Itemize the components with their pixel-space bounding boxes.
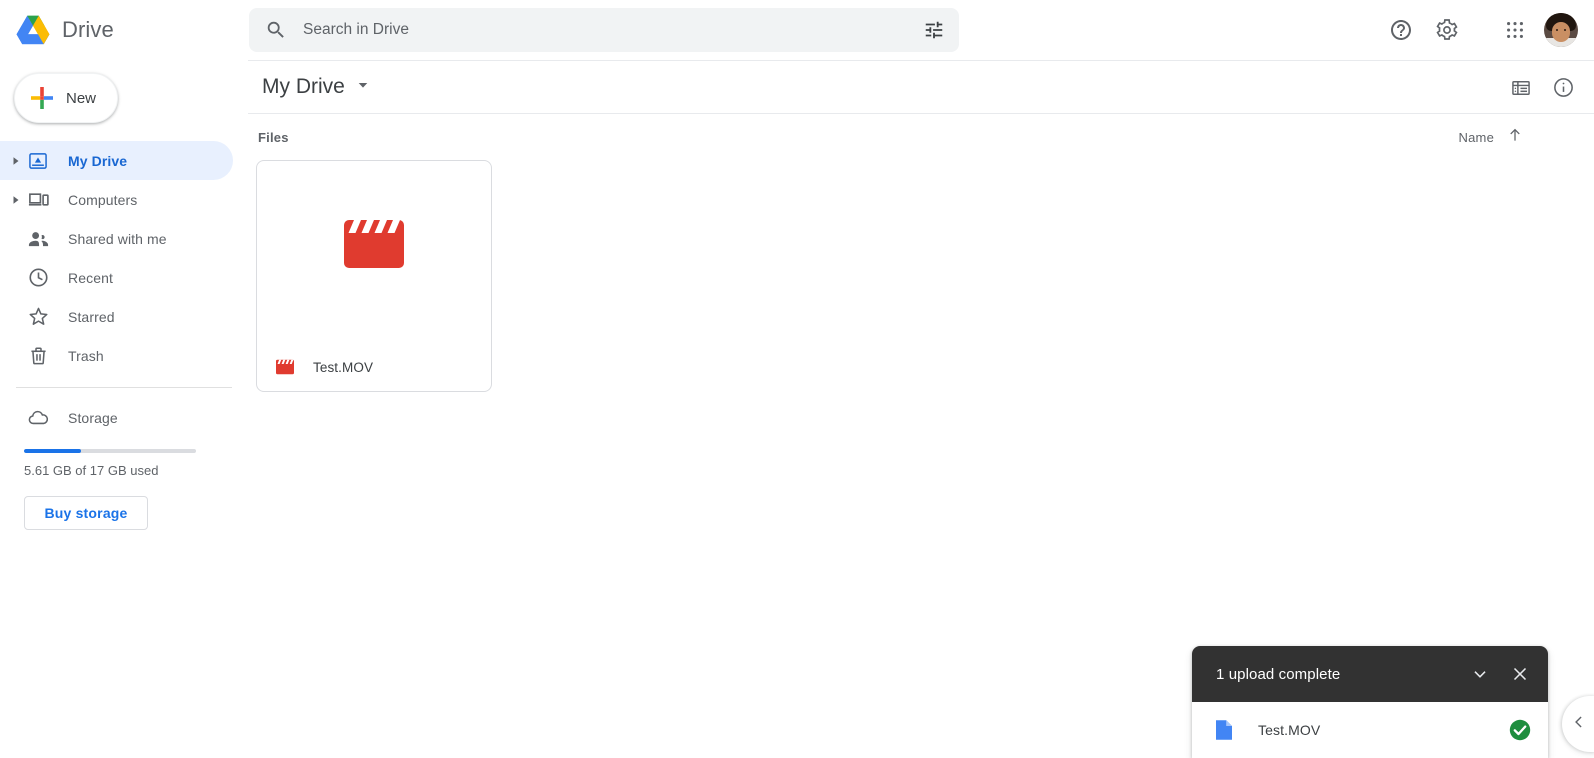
cloud-icon: [26, 406, 50, 430]
storage-label: Storage: [68, 409, 118, 426]
plus-icon: [29, 85, 55, 111]
storage-progress-fill: [24, 449, 81, 453]
search-icon: [265, 19, 287, 41]
brand-logo-area[interactable]: Drive: [0, 0, 248, 60]
upload-item-row[interactable]: Test.MOV: [1192, 702, 1548, 758]
sort-label: Name: [1458, 129, 1494, 145]
upload-panel-title: 1 upload complete: [1216, 665, 1341, 683]
search-input[interactable]: [303, 21, 923, 39]
sidebar-item-label: Computers: [68, 191, 138, 208]
arrow-up-icon: [1506, 126, 1524, 149]
chevron-down-icon[interactable]: [357, 78, 369, 96]
breadcrumb-bar: My Drive: [248, 61, 1594, 114]
sidebar-item-label: Starred: [68, 308, 115, 325]
list-view-icon[interactable]: [1500, 67, 1542, 109]
shared-with-me-icon: [26, 227, 50, 251]
file-thumbnail: [257, 161, 491, 343]
tune-icon[interactable]: [923, 19, 945, 41]
avatar[interactable]: [1544, 13, 1578, 47]
drive-app: Drive Search in Drive New My Drive Compu…: [0, 0, 1594, 758]
top-bar-actions: [1378, 0, 1584, 60]
upload-item-name: Test.MOV: [1258, 722, 1321, 738]
storage-section: Storage 5.61 GB of 17 GB used Buy storag…: [0, 398, 248, 530]
upload-status-panel: 1 upload complete Test.MOV: [1192, 646, 1548, 758]
expand-caret-icon[interactable]: [0, 156, 26, 166]
sidebar: New My Drive Computers Shared with me Re…: [0, 60, 248, 758]
chevron-down-icon[interactable]: [1460, 654, 1500, 694]
video-clapper-icon: [275, 358, 295, 376]
sidebar-item-shared-with-me[interactable]: Shared with me: [0, 219, 248, 258]
sidebar-item-recent[interactable]: Recent: [0, 258, 248, 297]
computers-icon: [26, 188, 50, 212]
files-section-header: Files Name: [248, 114, 1594, 160]
star-icon: [26, 305, 50, 329]
sort-control[interactable]: Name: [1459, 114, 1524, 160]
sidebar-item-label: Recent: [68, 269, 113, 286]
breadcrumb[interactable]: My Drive: [258, 73, 373, 101]
video-clapper-icon: [342, 214, 406, 279]
sidebar-item-starred[interactable]: Starred: [0, 297, 248, 336]
my-drive-icon: [26, 149, 50, 173]
help-icon[interactable]: [1378, 7, 1424, 53]
search-bar: [249, 8, 959, 52]
upload-panel-header: 1 upload complete: [1192, 646, 1548, 702]
sidebar-nav: My Drive Computers Shared with me Recent…: [0, 141, 248, 375]
app-title: Drive: [62, 17, 114, 42]
sidebar-item-trash[interactable]: Trash: [0, 336, 248, 375]
file-card-footer: Test.MOV: [257, 343, 491, 391]
sidebar-item-label: Trash: [68, 347, 104, 364]
sidebar-item-label: Shared with me: [68, 230, 167, 247]
apps-grid-icon[interactable]: [1492, 7, 1538, 53]
trash-icon: [26, 344, 50, 368]
files-grid: Test.MOV: [248, 160, 1594, 392]
expand-caret-icon[interactable]: [0, 195, 26, 205]
close-icon[interactable]: [1500, 654, 1540, 694]
file-name: Test.MOV: [313, 359, 374, 375]
file-card[interactable]: Test.MOV: [256, 160, 492, 392]
check-circle-icon: [1508, 718, 1532, 742]
storage-usage-text: 5.61 GB of 17 GB used: [24, 463, 159, 478]
chevron-left-icon: [1569, 712, 1589, 737]
view-toolbar: [1500, 61, 1584, 114]
top-bar: Drive: [0, 0, 1594, 60]
breadcrumb-label: My Drive: [262, 75, 345, 98]
section-title: Files: [258, 129, 289, 145]
new-button[interactable]: New: [14, 73, 118, 123]
google-drive-logo-icon: [16, 15, 50, 45]
info-icon[interactable]: [1542, 67, 1584, 109]
sidebar-divider: [16, 387, 232, 388]
buy-storage-button[interactable]: Buy storage: [24, 496, 148, 530]
sidebar-item-my-drive[interactable]: My Drive: [0, 141, 233, 180]
gear-icon[interactable]: [1424, 7, 1470, 53]
clock-icon: [26, 266, 50, 290]
sidebar-item-computers[interactable]: Computers: [0, 180, 248, 219]
file-doc-icon: [1214, 719, 1234, 741]
sidebar-item-storage[interactable]: Storage: [0, 398, 248, 437]
storage-progress-bar: [24, 449, 196, 453]
sidebar-item-label: My Drive: [68, 152, 128, 169]
search-box[interactable]: [249, 8, 959, 52]
new-button-label: New: [66, 89, 97, 107]
